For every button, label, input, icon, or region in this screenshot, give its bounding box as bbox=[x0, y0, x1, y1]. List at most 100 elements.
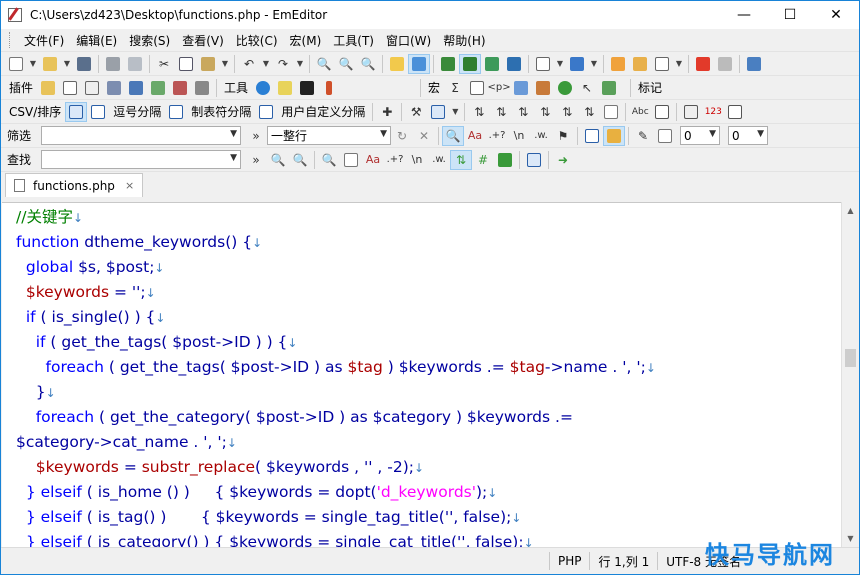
vertical-scrollbar[interactable]: ▲ ▼ bbox=[841, 202, 858, 547]
find-copy-icon[interactable] bbox=[340, 150, 362, 170]
case-sensitive-icon[interactable]: Aa bbox=[464, 126, 486, 146]
filter-copy-icon[interactable] bbox=[654, 126, 676, 146]
menu-compare[interactable]: 比较(C) bbox=[230, 32, 284, 49]
csv-user-icon[interactable] bbox=[255, 102, 277, 122]
chevron-down-icon[interactable]: ▼ bbox=[230, 129, 237, 139]
csv-filter-icon[interactable] bbox=[651, 102, 673, 122]
filter-mode-select[interactable]: 一整行 ▼ bbox=[267, 126, 391, 145]
sigma-icon[interactable]: Σ bbox=[444, 78, 466, 98]
browser-icon[interactable] bbox=[252, 78, 274, 98]
find-next-icon[interactable]: 🔍 bbox=[335, 54, 357, 74]
checklist-icon[interactable] bbox=[651, 54, 673, 74]
plugin-web-icon[interactable] bbox=[191, 78, 213, 98]
marker-number-icon[interactable]: 123 bbox=[702, 102, 724, 122]
cut-icon[interactable]: ✂ bbox=[153, 54, 175, 74]
macro-record-icon[interactable] bbox=[532, 78, 554, 98]
paragraph-tag-icon[interactable]: <p> bbox=[488, 78, 511, 98]
paste-icon[interactable] bbox=[197, 54, 219, 74]
print-icon[interactable] bbox=[102, 54, 124, 74]
status-language[interactable]: PHP bbox=[548, 552, 590, 570]
spell-check-icon[interactable]: Abc bbox=[629, 102, 651, 122]
copy-icon[interactable] bbox=[175, 54, 197, 74]
plugin-project-icon[interactable] bbox=[147, 78, 169, 98]
find-icon[interactable]: 🔍 bbox=[313, 54, 335, 74]
sort-num-asc-icon[interactable]: ⇅ bbox=[512, 102, 534, 122]
expand-icon[interactable]: » bbox=[245, 126, 267, 146]
run-macro-icon[interactable] bbox=[714, 54, 736, 74]
new-file-icon[interactable] bbox=[5, 54, 27, 74]
highlight-icon[interactable] bbox=[386, 54, 408, 74]
open-folder-icon[interactable] bbox=[39, 54, 61, 74]
csv-columns-icon[interactable] bbox=[427, 102, 449, 122]
sort-desc-icon[interactable]: ⇅ bbox=[490, 102, 512, 122]
paste-dropdown-icon[interactable]: ▼ bbox=[219, 54, 231, 74]
config-icon[interactable] bbox=[532, 54, 554, 74]
save-icon[interactable] bbox=[73, 54, 95, 74]
plugin-explorer-icon[interactable] bbox=[37, 78, 59, 98]
csv-comma-label[interactable]: 逗号分隔 bbox=[109, 103, 165, 120]
plugin-snippet-icon[interactable] bbox=[169, 78, 191, 98]
wrap-char-icon[interactable] bbox=[503, 54, 525, 74]
tab-functions-php[interactable]: functions.php × bbox=[5, 173, 144, 197]
filter-before-select[interactable]: 0 ▼ bbox=[680, 126, 720, 145]
redo-icon[interactable]: ↷ bbox=[272, 54, 294, 74]
find-word-icon[interactable]: .w. bbox=[428, 150, 450, 170]
new-dropdown-icon[interactable]: ▼ bbox=[27, 54, 39, 74]
notepad-icon[interactable] bbox=[274, 78, 296, 98]
macro-puzzle-icon[interactable] bbox=[510, 78, 532, 98]
plugin-outline-icon[interactable] bbox=[59, 78, 81, 98]
find-prev-icon[interactable]: 🔍 bbox=[267, 150, 289, 170]
close-button[interactable]: ✕ bbox=[813, 1, 859, 29]
find-all-icon[interactable]: 🔍 bbox=[318, 150, 340, 170]
clear-filter-icon[interactable]: ✕ bbox=[413, 126, 435, 146]
csv-adjust-icon[interactable]: ⚒ bbox=[405, 102, 427, 122]
sort-num-desc-icon[interactable]: ⇅ bbox=[534, 102, 556, 122]
match-case-filter-icon[interactable]: 🔍 bbox=[442, 125, 464, 146]
find-toggle-icon[interactable]: ⇅ bbox=[450, 149, 472, 170]
checklist-dropdown-icon[interactable]: ▼ bbox=[673, 54, 685, 74]
status-position[interactable]: 行 1,列 1 bbox=[589, 552, 657, 570]
macro-edit-icon[interactable] bbox=[466, 78, 488, 98]
expand-icon[interactable]: » bbox=[245, 150, 267, 170]
whole-word-icon[interactable]: .w. bbox=[530, 126, 552, 146]
sort-remove-icon[interactable] bbox=[600, 102, 622, 122]
plugin-word-icon[interactable] bbox=[125, 78, 147, 98]
csv-normal-icon[interactable] bbox=[65, 101, 88, 122]
cmd-icon[interactable] bbox=[296, 78, 318, 98]
macro-run-icon[interactable] bbox=[598, 78, 620, 98]
menu-tools[interactable]: 工具(T) bbox=[327, 32, 380, 49]
filter-advanced-icon[interactable] bbox=[581, 126, 603, 146]
find-list-icon[interactable] bbox=[494, 150, 516, 170]
find-grid-icon[interactable]: # bbox=[472, 150, 494, 170]
csv-comma-icon[interactable] bbox=[87, 102, 109, 122]
properties-icon[interactable] bbox=[629, 54, 651, 74]
plugin-html-icon[interactable] bbox=[103, 78, 125, 98]
undo-icon[interactable]: ↶ bbox=[238, 54, 260, 74]
chevron-down-icon[interactable]: ▼ bbox=[709, 129, 716, 139]
wrap-window-icon[interactable] bbox=[459, 53, 481, 74]
scroll-up-icon[interactable]: ▲ bbox=[842, 202, 859, 219]
encoding-dropdown-icon[interactable]: ▼ bbox=[588, 54, 600, 74]
csv-tab-icon[interactable] bbox=[165, 102, 187, 122]
find-case-icon[interactable]: Aa bbox=[362, 150, 384, 170]
minimize-button[interactable]: — bbox=[721, 1, 767, 29]
escape-seq-icon[interactable]: \n bbox=[508, 126, 530, 146]
menu-window[interactable]: 窗口(W) bbox=[380, 32, 437, 49]
redo-dropdown-icon[interactable]: ▼ bbox=[294, 54, 306, 74]
clear-format-icon[interactable]: ⚑ bbox=[552, 126, 574, 146]
sort-length-icon[interactable]: ⇅ bbox=[556, 102, 578, 122]
sort-length-desc-icon[interactable]: ⇅ bbox=[578, 102, 600, 122]
sort-asc-icon[interactable]: ⇅ bbox=[468, 102, 490, 122]
menu-file[interactable]: 文件(F) bbox=[18, 32, 70, 49]
scroll-down-icon[interactable]: ▼ bbox=[842, 530, 859, 547]
csv-insert-icon[interactable]: ✚ bbox=[376, 102, 398, 122]
marker-clear-icon[interactable] bbox=[724, 102, 746, 122]
chevron-down-icon[interactable]: ▼ bbox=[230, 153, 237, 163]
find-escape-icon[interactable]: \n bbox=[406, 150, 428, 170]
print-preview-icon[interactable] bbox=[124, 54, 146, 74]
plugin-list-icon[interactable] bbox=[81, 78, 103, 98]
macro-pointer-icon[interactable]: ↖ bbox=[576, 78, 598, 98]
tool-pin-icon[interactable] bbox=[318, 78, 340, 98]
menu-view[interactable]: 查看(V) bbox=[176, 32, 230, 49]
marker-list-icon[interactable] bbox=[680, 102, 702, 122]
